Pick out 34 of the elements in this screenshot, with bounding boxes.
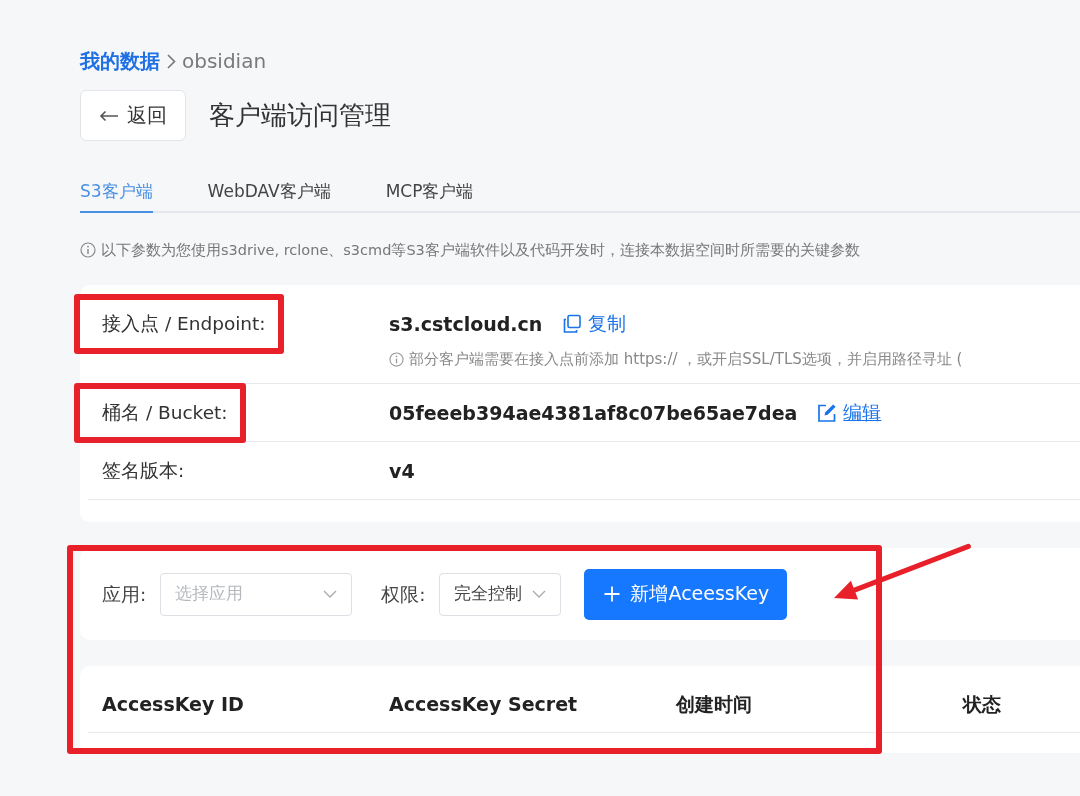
info-icon	[80, 242, 96, 258]
info-icon	[389, 351, 404, 367]
tab[interactable]: S3客户端	[80, 170, 153, 213]
chevron-down-icon	[532, 590, 547, 598]
notice-text: 以下参数为您使用s3drive, rclone、s3cmd等S3客户端软件以及代码开发时，连接本数据空间时所需要的关键参数	[101, 241, 860, 260]
select-field[interactable]: 完全控制	[439, 572, 562, 616]
param-label: 签名版本:	[102, 459, 185, 483]
chevron-down-icon	[323, 590, 338, 598]
param-value: v4	[389, 460, 415, 482]
tab[interactable]: MCP客户端	[385, 170, 474, 213]
page-title: 客户端访问管理	[209, 99, 391, 132]
filter-label: 权限:	[381, 582, 426, 607]
edit-link[interactable]: 编辑	[817, 400, 882, 426]
breadcrumb-current: obsidian	[182, 49, 267, 73]
add-accesskey-button[interactable]: 新增AceessKey	[584, 568, 788, 620]
filter-label: 应用:	[102, 582, 147, 607]
plus-icon	[604, 586, 621, 602]
column-header: 状态	[963, 692, 1002, 717]
column-header: AccessKey Secret	[389, 692, 579, 717]
param-label: 桶名 / Bucket:	[102, 402, 228, 423]
param-label: 接入点 / Endpoint:	[102, 313, 266, 334]
column-header: 创建时间	[676, 692, 753, 717]
tab[interactable]: WebDAV客户端	[207, 170, 331, 213]
back-button[interactable]: 返回	[80, 90, 186, 141]
param-value: s3.cstcloud.cn	[389, 313, 543, 335]
copy-link[interactable]: 复制	[562, 311, 627, 337]
breadcrumb-link[interactable]: 我的数据	[80, 47, 160, 75]
chevron-right-icon	[166, 52, 176, 70]
param-value: 05feeeb394ae4381af8c07be65ae7dea	[389, 402, 798, 424]
arrow-left-icon	[99, 109, 119, 122]
column-header: AccessKey ID	[102, 692, 245, 717]
edit-icon	[817, 403, 838, 423]
copy-icon	[562, 314, 583, 334]
hint-text: 部分客户端需要在接入点前添加 https:// ，或开启SSL/TLS选项，并启用路径寻址 (	[409, 349, 963, 369]
